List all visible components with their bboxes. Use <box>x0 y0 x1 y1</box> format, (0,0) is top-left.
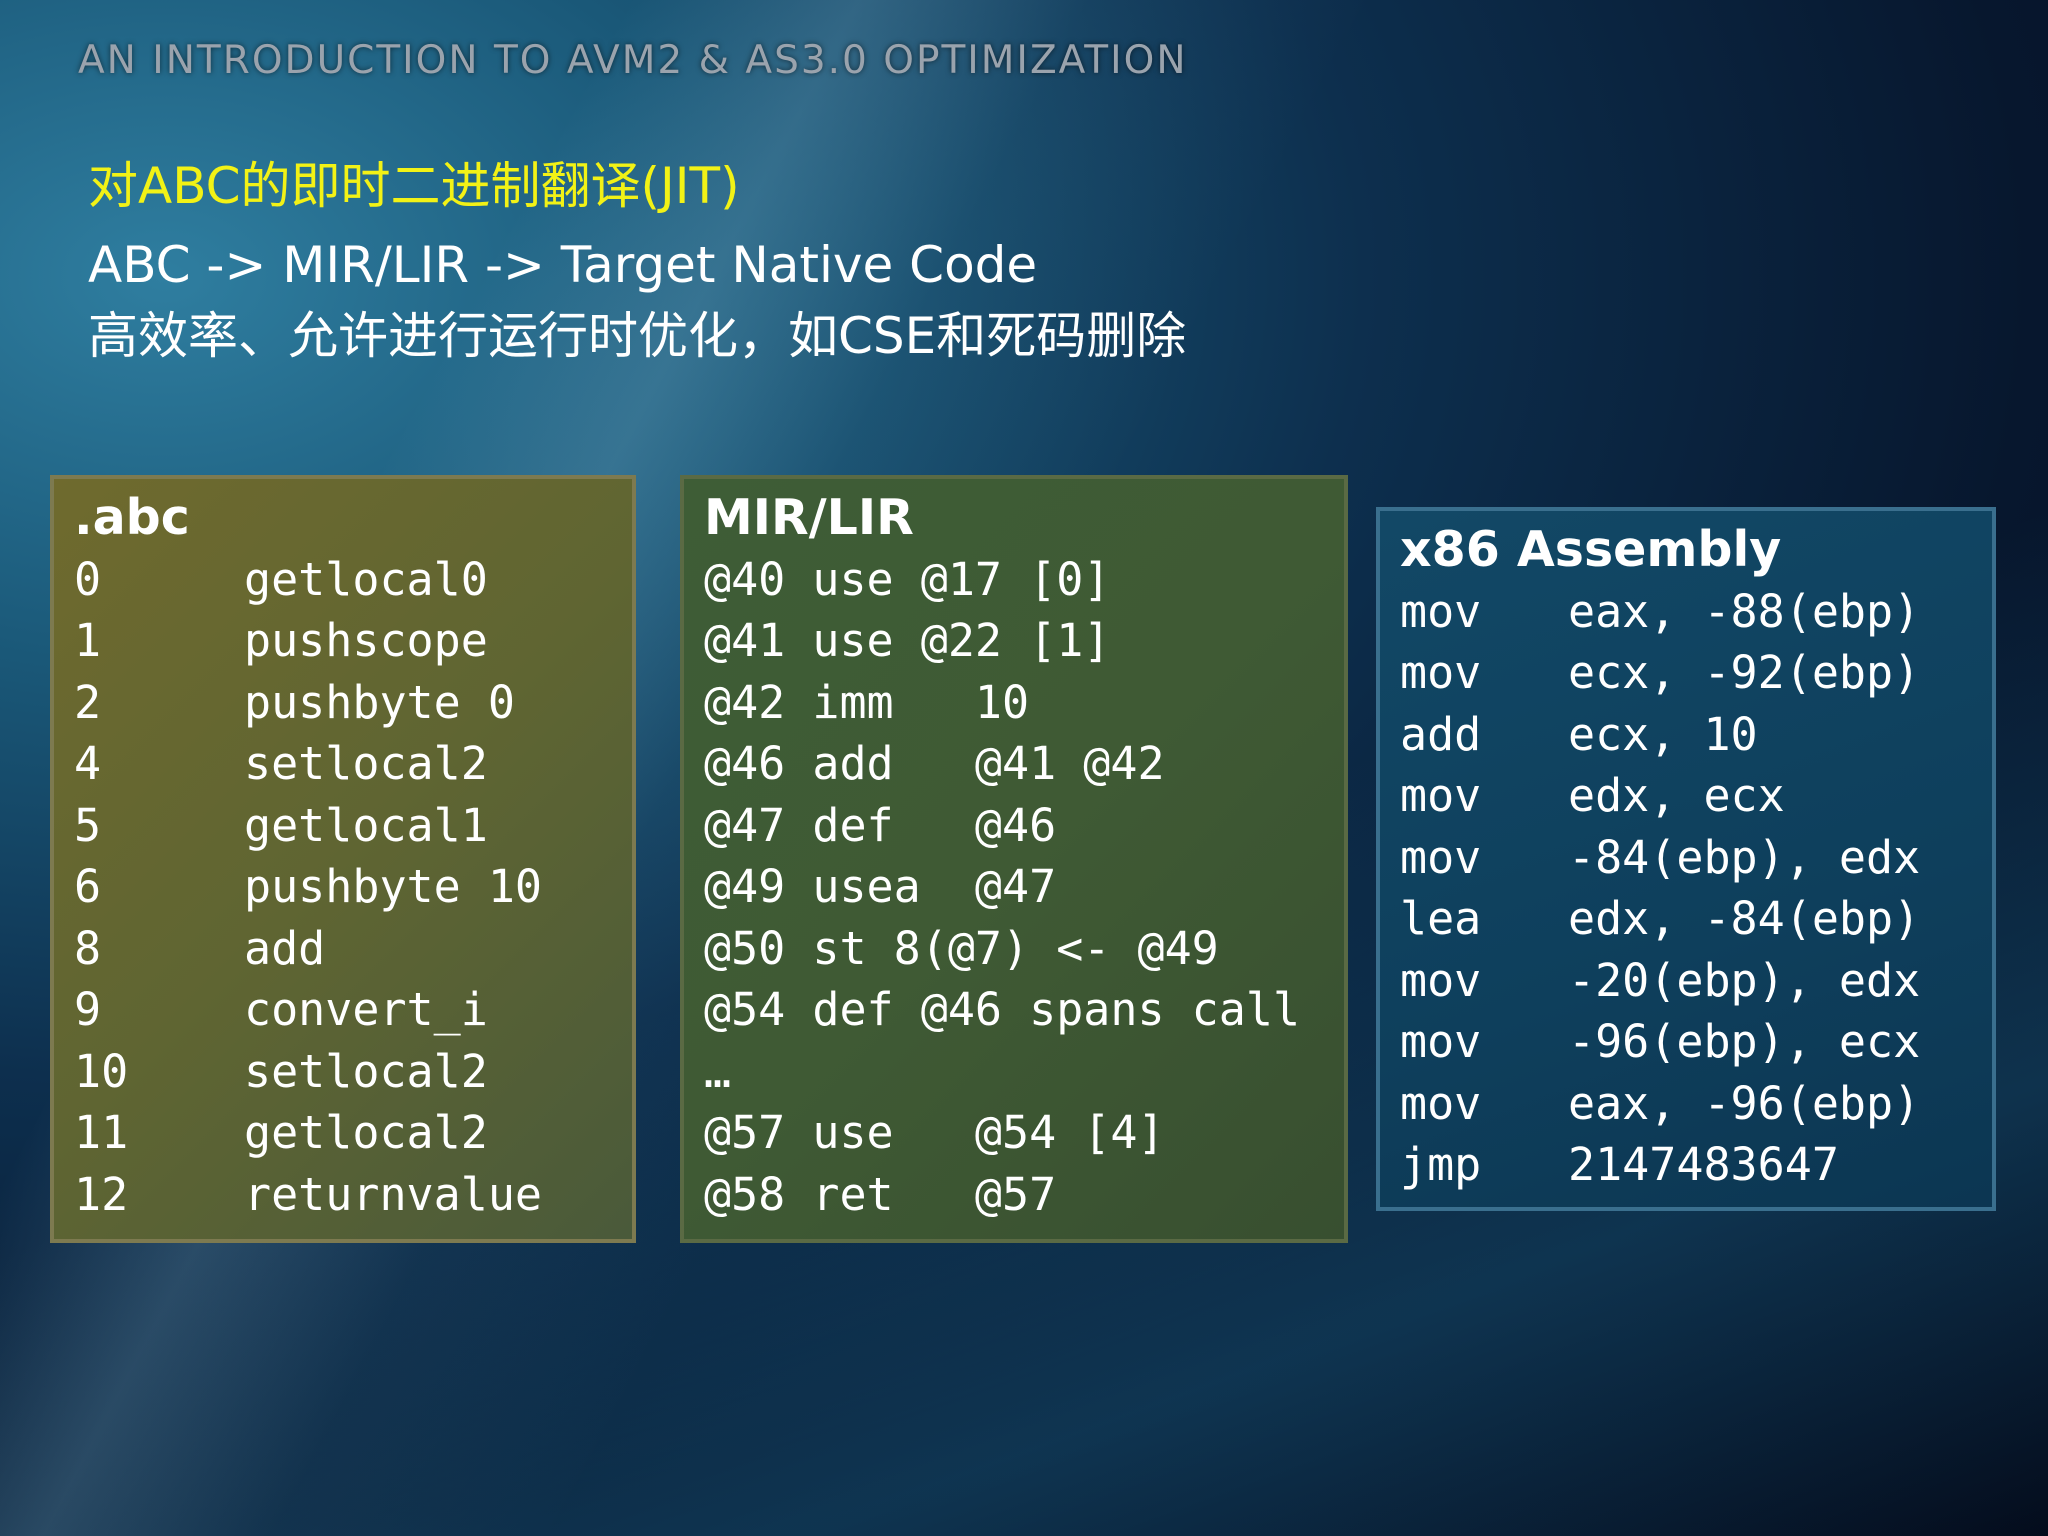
abc-offset: 1 <box>74 614 102 667</box>
x86-opcode: jmp <box>1400 1138 1482 1191</box>
x86-opcode: mov <box>1400 646 1482 699</box>
abc-opcode: pushbyte 0 <box>244 675 515 729</box>
abc-opcode: pushscope <box>244 614 488 667</box>
pipeline-text: ABC -> MIR/LIR -> Target Native Code <box>88 236 1038 294</box>
abc-offset: 0 <box>74 552 102 606</box>
abc-row: 4 setlocal2 <box>74 733 632 795</box>
abc-offset: 4 <box>74 737 102 790</box>
abc-offset: 9 <box>74 983 102 1036</box>
x86-row: mov -84(ebp), edx <box>1400 827 1992 889</box>
x86-opcode: mov <box>1400 1015 1482 1068</box>
x86-operands: -84(ebp), edx <box>1568 830 1921 884</box>
abc-row: 8 add <box>74 918 632 980</box>
x86-operands: 2147483647 <box>1568 1138 1839 1191</box>
mir-row: @58 ret @57 <box>704 1167 1057 1221</box>
mir-row: @40 use @17 [0] <box>704 552 1111 606</box>
x86-row: mov eax, -96(ebp) <box>1400 1073 1992 1135</box>
x86-assembly-box: x86 Assembly mov eax, -88(ebp) mov ecx, -9… <box>1376 507 1996 1211</box>
x86-operands: edx, ecx <box>1568 769 1785 822</box>
abc-offset: 11 <box>74 1106 129 1159</box>
mir-row: @50 st 8(@7) <- @49 <box>704 921 1219 975</box>
x86-row: mov ecx, -92(ebp) <box>1400 642 1992 704</box>
mir-row: @49 usea @47 <box>704 860 1057 913</box>
mir-row: @46 add @41 @42 <box>704 737 1165 790</box>
abc-row: 12 returnvalue <box>74 1164 632 1226</box>
abc-offset: 2 <box>74 675 102 729</box>
benefits-text: 高效率、允许进行运行时优化，如CSE和死码删除 <box>88 307 1187 365</box>
abc-opcode: setlocal2 <box>244 737 488 790</box>
abc-opcode: convert_i <box>244 983 488 1036</box>
x86-row: mov -96(ebp), ecx <box>1400 1011 1992 1073</box>
mir-row: @57 use @54 [4] <box>704 1106 1165 1159</box>
abc-opcode: add <box>244 921 326 975</box>
abc-row: 1 pushscope <box>74 610 632 672</box>
x86-row: jmp 2147483647 <box>1400 1134 1992 1196</box>
mir-box-title: MIR/LIR <box>704 489 914 546</box>
x86-operands: ecx, -92(ebp) <box>1568 646 1921 699</box>
abc-offset: 5 <box>74 798 102 852</box>
abc-opcode: returnvalue <box>244 1167 543 1221</box>
slide-title: AN INTRODUCTION TO AVM2 & AS3.0 OPTIMIZA… <box>78 38 1188 83</box>
abc-row: 10 setlocal2 <box>74 1041 632 1103</box>
abc-row: 6 pushbyte 10 <box>74 856 632 918</box>
mir-row: @47 def @46 <box>704 798 1057 852</box>
x86-row: add ecx, 10 <box>1400 704 1992 766</box>
x86-operands: -20(ebp), edx <box>1568 953 1921 1007</box>
abc-row: 2 pushbyte 0 <box>74 672 632 734</box>
abc-opcode: getlocal1 <box>244 798 488 852</box>
abc-bytecode-box: .abc 0 getlocal0 1 pushscope 2 pushbyte 0 4… <box>50 475 636 1243</box>
x86-row: mov eax, -88(ebp) <box>1400 581 1992 643</box>
abc-opcode: getlocal2 <box>244 1106 488 1159</box>
x86-opcode: mov <box>1400 830 1482 884</box>
abc-box-title: .abc <box>74 489 190 546</box>
mir-row: … <box>704 1044 732 1098</box>
abc-opcode: pushbyte 10 <box>244 860 543 913</box>
abc-opcode: getlocal0 <box>244 552 488 606</box>
x86-row: lea edx, -84(ebp) <box>1400 888 1992 950</box>
x86-operands: -96(ebp), ecx <box>1568 1015 1921 1068</box>
x86-row: mov -20(ebp), edx <box>1400 950 1992 1012</box>
mir-row: @41 use @22 [1] <box>704 614 1111 667</box>
abc-offset: 6 <box>74 860 102 913</box>
abc-offset: 8 <box>74 921 102 975</box>
mir-lir-box: MIR/LIR @40 use @17 [0] @41 use @22 [1] … <box>680 475 1348 1243</box>
mir-row: @42 imm 10 <box>704 675 1030 729</box>
abc-row: 0 getlocal0 <box>74 549 632 611</box>
abc-offset: 10 <box>74 1044 129 1098</box>
abc-row: 9 convert_i <box>74 979 632 1041</box>
x86-box-title: x86 Assembly <box>1400 521 1782 578</box>
x86-operands: ecx, 10 <box>1568 707 1758 761</box>
x86-operands: eax, -88(ebp) <box>1568 584 1921 638</box>
x86-row: mov edx, ecx <box>1400 765 1992 827</box>
x86-opcode: mov <box>1400 1076 1482 1130</box>
x86-operands: edx, -84(ebp) <box>1568 892 1921 945</box>
x86-opcode: mov <box>1400 769 1482 822</box>
x86-opcode: mov <box>1400 953 1482 1007</box>
abc-opcode: setlocal2 <box>244 1044 488 1098</box>
abc-offset: 12 <box>74 1167 129 1221</box>
abc-row: 11 getlocal2 <box>74 1102 632 1164</box>
x86-opcode: add <box>1400 707 1482 761</box>
mir-row: @54 def @46 spans call <box>704 983 1301 1036</box>
x86-opcode: lea <box>1400 892 1482 945</box>
x86-opcode: mov <box>1400 584 1482 638</box>
section-heading: 对ABC的即时二进制翻译(JIT) <box>88 157 740 215</box>
x86-operands: eax, -96(ebp) <box>1568 1076 1921 1130</box>
abc-row: 5 getlocal1 <box>74 795 632 857</box>
